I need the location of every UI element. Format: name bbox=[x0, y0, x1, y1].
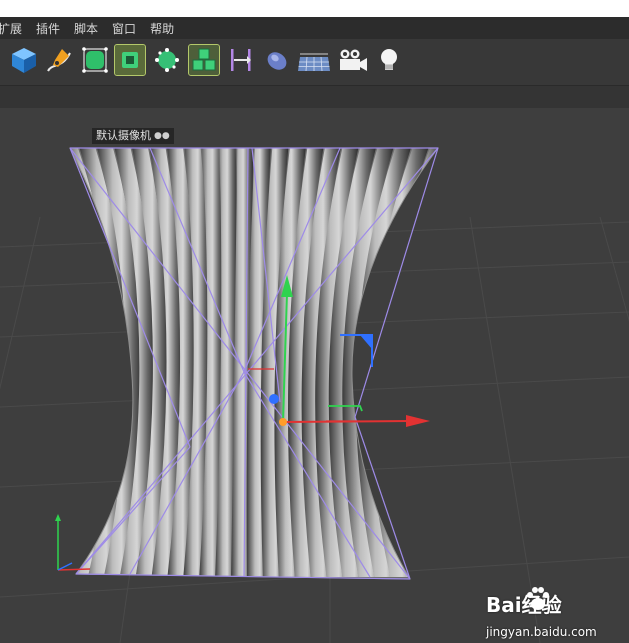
cube-icon bbox=[12, 48, 36, 73]
menu-window[interactable]: 窗口 bbox=[112, 20, 136, 37]
baidu-paw-icon bbox=[527, 587, 549, 610]
mograph-cloner-icon bbox=[192, 48, 216, 71]
camera-label-text: 默认摄像机 bbox=[96, 129, 151, 142]
baidu-jingyan-watermark: Bai经验 jingyan.baidu.com bbox=[486, 587, 626, 643]
watermark-url: jingyan.baidu.com bbox=[486, 625, 597, 639]
cinema4d-window: 扩展 插件 脚本 窗口 帮助 默认摄像机 ●● Bai经验 jingyan.ba… bbox=[0, 17, 629, 643]
menu-plugins[interactable]: 插件 bbox=[36, 20, 60, 37]
menu-bar: 扩展 插件 脚本 窗口 帮助 bbox=[0, 17, 629, 39]
viewport-scene bbox=[0, 147, 629, 643]
subdivision-surface-icon bbox=[82, 47, 108, 73]
camera-tool-button[interactable] bbox=[336, 45, 370, 75]
camera-label[interactable]: 默认摄像机 ●● bbox=[92, 128, 174, 144]
bend-deformer-icon bbox=[231, 49, 251, 71]
subdivision-tool-button[interactable] bbox=[80, 45, 110, 75]
floor-icon bbox=[298, 53, 330, 72]
bend-tool-button[interactable] bbox=[226, 45, 256, 75]
cloner-tool-button[interactable] bbox=[188, 44, 220, 76]
array-tool-button[interactable] bbox=[114, 44, 146, 76]
menu-scripts[interactable]: 脚本 bbox=[74, 20, 98, 37]
floor-tool-button[interactable] bbox=[297, 45, 331, 75]
main-toolbar bbox=[0, 39, 629, 85]
cube-tool-button[interactable] bbox=[9, 45, 39, 75]
3d-viewport[interactable]: 默认摄像机 ●● bbox=[0, 108, 629, 643]
field-sphere-icon bbox=[267, 52, 287, 70]
array-icon bbox=[122, 52, 138, 68]
gizmo-z-handle[interactable] bbox=[269, 394, 279, 404]
pen-tool-button[interactable] bbox=[44, 45, 74, 75]
menu-help[interactable]: 帮助 bbox=[150, 20, 174, 37]
secondary-toolbar-strip bbox=[0, 85, 629, 109]
deformer-tool-button[interactable] bbox=[152, 45, 182, 75]
deformer-icon bbox=[155, 48, 179, 72]
pen-spline-icon bbox=[47, 49, 71, 72]
gizmo-origin[interactable] bbox=[279, 418, 287, 426]
light-icon bbox=[381, 49, 397, 70]
camera-icon bbox=[340, 49, 367, 71]
camera-dots-icon: ●● bbox=[154, 131, 170, 141]
field-tool-button[interactable] bbox=[262, 45, 292, 75]
light-tool-button[interactable] bbox=[374, 45, 404, 75]
gizmo-x-arrow[interactable] bbox=[406, 415, 430, 427]
menu-extensions[interactable]: 扩展 bbox=[0, 20, 22, 37]
